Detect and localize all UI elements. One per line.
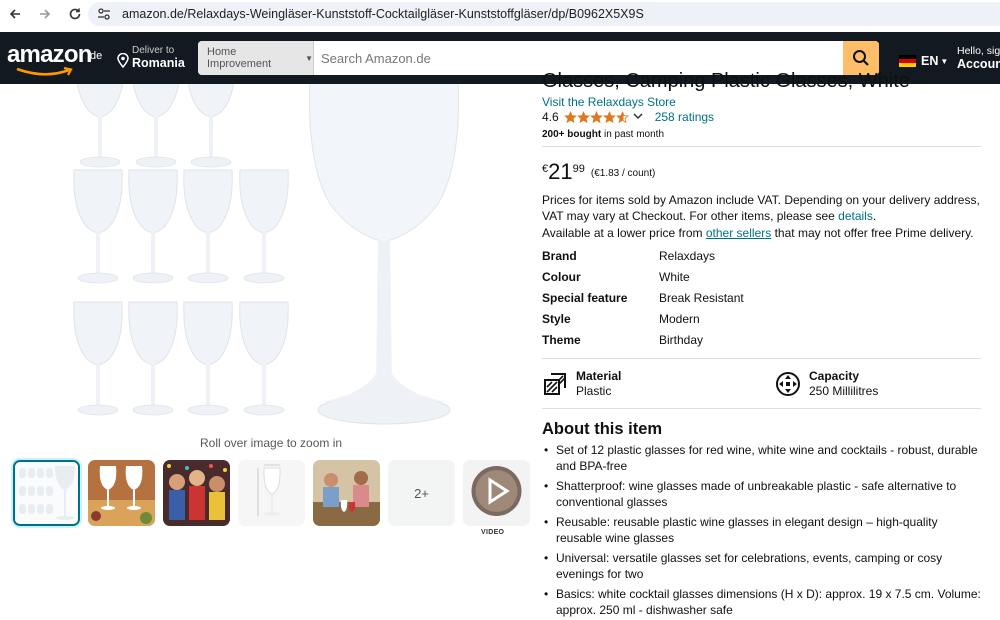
price-per-unit: (€1.83 / count)	[590, 168, 656, 179]
vat-details-link[interactable]: details	[838, 209, 873, 223]
price-fraction: 99	[572, 163, 585, 175]
german-flag-icon	[899, 55, 916, 67]
divider	[542, 146, 981, 147]
price: € 21 99 (€1.83 / count)	[542, 160, 655, 184]
thumbnail-strip: 2+	[13, 460, 530, 526]
star-icon	[615, 110, 629, 123]
list-item: Basics: white cocktail glasses dimension…	[544, 586, 986, 618]
search-icon	[853, 50, 869, 66]
feature-capacity: Capacity 250 Millilitres	[775, 369, 878, 398]
chevron-down-icon[interactable]	[633, 112, 643, 123]
location-pin-icon	[117, 53, 129, 68]
reload-icon[interactable]	[60, 0, 90, 28]
amazon-logo[interactable]: amazon .de	[7, 41, 105, 77]
more-images-button[interactable]: 2+	[388, 460, 455, 526]
caret-icon: ▼	[940, 56, 949, 66]
product-title: Glasses, Camping Plastic Glasses, White	[542, 70, 910, 92]
main-product-image[interactable]	[60, 84, 480, 429]
vat-note: Prices for items sold by Amazon include …	[542, 193, 980, 223]
other-sellers-link[interactable]: other sellers	[706, 226, 771, 240]
list-item: Set of 12 plastic glasses for red wine, …	[544, 442, 986, 474]
thumbnail-2[interactable]	[88, 460, 155, 526]
list-item: Universal: versatile glasses set for cel…	[544, 550, 986, 582]
account-menu[interactable]: Hello, sign Account	[957, 45, 1000, 71]
star-icon	[589, 110, 603, 123]
list-item: Reusable: reusable plastic wine glasses …	[544, 514, 986, 546]
smile-arrow-icon	[16, 67, 73, 76]
forward-icon[interactable]	[30, 0, 60, 28]
site-settings-icon[interactable]	[96, 6, 112, 22]
feature-material: Material Plastic	[542, 369, 621, 398]
list-item: Shatterproof: wine glasses made of unbre…	[544, 478, 986, 510]
star-icon	[563, 110, 577, 123]
url-text: amazon.de/Relaxdays-Weingläser-Kunststof…	[122, 7, 644, 21]
thumbnail-5[interactable]	[313, 460, 380, 526]
browser-toolbar: amazon.de/Relaxdays-Weingläser-Kunststof…	[0, 0, 1000, 28]
divider	[542, 358, 981, 359]
language-selector[interactable]: EN ▼	[899, 54, 948, 68]
star-icon	[602, 110, 616, 123]
rating-stars[interactable]	[563, 110, 629, 124]
video-label: VIDEO	[481, 529, 505, 536]
thumbnail-4[interactable]	[238, 460, 305, 526]
divider	[542, 408, 981, 409]
thumbnail-3[interactable]	[163, 460, 230, 526]
deliver-to[interactable]: Deliver to Romania	[117, 45, 185, 70]
video-thumbnail[interactable]	[463, 460, 530, 526]
back-icon[interactable]	[0, 0, 30, 28]
other-sellers-note: Available at a lower price from other se…	[542, 226, 974, 240]
about-heading: About this item	[542, 420, 663, 438]
zoom-hint: Roll over image to zoom in	[200, 436, 343, 450]
bought-in-past-month: 200+ bought in past month	[542, 129, 665, 140]
rating-row: 4.6 258 ratings	[542, 110, 714, 124]
store-link[interactable]: Visit the Relaxdays Store	[542, 95, 676, 109]
rating-value: 4.6	[542, 110, 559, 124]
thumbnail-1[interactable]	[13, 460, 80, 526]
ratings-count-link[interactable]: 258 ratings	[655, 110, 714, 124]
address-bar[interactable]: amazon.de/Relaxdays-Weingläser-Kunststof…	[88, 2, 1000, 26]
chevron-down-icon: ▼	[305, 53, 313, 63]
star-icon	[576, 110, 590, 123]
material-icon	[544, 373, 566, 395]
price-whole: 21	[548, 159, 573, 184]
capacity-icon	[776, 372, 800, 396]
search-category-select[interactable]: Home Improvement ▼	[198, 41, 314, 75]
about-bullets: Set of 12 plastic glasses for red wine, …	[544, 442, 986, 620]
